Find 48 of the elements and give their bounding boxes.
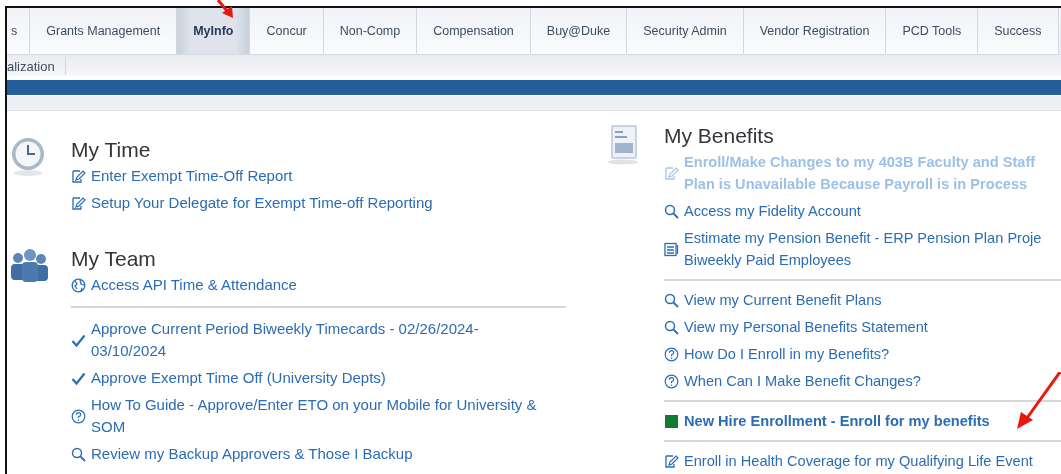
help-icon — [71, 408, 86, 424]
section-title: My Benefits — [664, 123, 775, 149]
nav-tab[interactable]: PCD Tools — [886, 8, 979, 54]
menu-link[interactable]: Setup Your Delegate for Exempt Time-off Reporting — [91, 192, 433, 214]
menu-link[interactable]: Access my Fidelity Account — [684, 200, 861, 222]
help-icon — [664, 346, 679, 362]
nav-tab[interactable]: Concur — [250, 8, 324, 54]
square-icon — [665, 414, 678, 428]
edit-icon — [664, 453, 679, 469]
list-icon — [664, 241, 679, 257]
checkmark-icon — [71, 370, 86, 386]
help-icon — [664, 373, 679, 389]
nav-tab[interactable]: Grants Management — [30, 8, 178, 54]
menu-link[interactable]: View my Current Benefit Plans — [684, 289, 882, 311]
sub-tab[interactable]: alization — [7, 57, 66, 75]
menu-link[interactable]: How Do I Enroll in my Benefits? — [684, 343, 890, 365]
nav-tab[interactable]: Compensation — [417, 8, 531, 54]
menu-link[interactable]: Approve Exempt Time Off (University Depts) — [91, 367, 386, 389]
menu-link[interactable]: Approve Current Period Biweekly Timecards - 02/26/2024- 03/10/2024 — [91, 318, 479, 362]
nav-tab[interactable]: Buy@Duke — [530, 8, 628, 54]
nav-tab[interactable]: s — [7, 8, 31, 54]
nav-tab[interactable]: MyInfo — [177, 8, 251, 54]
search-icon — [664, 319, 679, 335]
menu-link[interactable]: How To Guide - Approve/Enter ETO on your Mobile for University & SOM — [91, 394, 537, 438]
menu-link[interactable]: Enroll in Health Coverage for my Qualifying Life Event — [684, 450, 1033, 472]
menu-link[interactable]: Enter Exempt Time-Off Report — [91, 165, 293, 187]
search-icon — [664, 292, 679, 308]
menu-link[interactable]: When Can I Make Benefit Changes? — [684, 370, 921, 392]
search-icon — [71, 446, 86, 462]
nav-tab[interactable]: Security Admin — [627, 8, 744, 54]
edit-icon — [71, 168, 86, 184]
annotation-arrow — [1015, 372, 1061, 430]
menu-link[interactable]: Review my Backup Approvers & Those I Backup — [91, 443, 413, 465]
checkmark-icon — [71, 332, 86, 348]
search-icon — [664, 203, 679, 219]
nav-tab[interactable]: Vendor Registration — [743, 8, 887, 54]
edit-icon — [664, 165, 679, 181]
edit-icon — [71, 195, 86, 211]
nav-tab[interactable]: Success — [978, 8, 1059, 54]
menu-link[interactable]: Estimate my Pension Benefit - ERP Pension Plan Proje Biweekly Paid Employees — [684, 227, 1042, 271]
clock-icon — [10, 137, 46, 177]
section-title: My Time — [71, 137, 152, 163]
section-title: My Team — [71, 246, 157, 272]
menu-link[interactable]: Access API Time & Attendance — [91, 274, 297, 296]
menu-link[interactable]: View my Personal Benefits Statement — [684, 316, 928, 338]
nav-tab[interactable]: Non-Comp — [323, 8, 418, 54]
globe-icon — [71, 277, 86, 293]
menu-link[interactable]: New Hire Enrollment - Enroll for my benefits — [684, 410, 990, 432]
